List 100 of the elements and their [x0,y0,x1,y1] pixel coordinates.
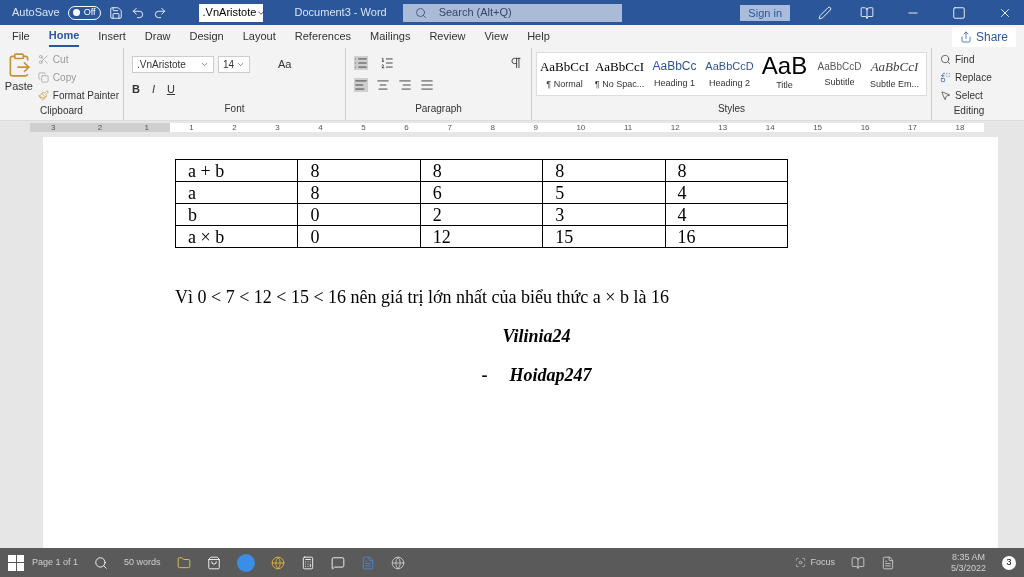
justify-icon[interactable] [420,78,434,92]
paste-button[interactable]: Paste [4,52,34,103]
pen-icon[interactable] [818,5,832,20]
style-item[interactable]: AaBbCcI Subtle Em... [867,53,922,95]
style-item[interactable]: AaBbCcD Heading 2 [702,53,757,95]
ribbon-display-icon[interactable] [860,5,874,20]
find-button[interactable]: Find [940,52,998,67]
clock-date: 5/3/2022 [950,562,986,574]
window-title: Document3 - Word [294,5,387,21]
browser-icon[interactable] [270,555,285,570]
focus-button[interactable]: Focus [795,555,835,570]
bullets-icon[interactable] [354,56,368,70]
font-name-field[interactable]: .VnAristote [132,56,214,73]
redo-icon[interactable] [152,5,167,20]
change-case-button[interactable]: Aa [278,56,292,73]
print-layout-icon[interactable] [880,555,895,570]
bold-button[interactable]: B [132,81,140,98]
table-cell: 8 [297,181,421,204]
numbering-icon[interactable] [380,56,394,70]
table-cell: 15 [542,225,666,248]
style-item[interactable]: AaB Title [757,53,812,95]
align-left-icon[interactable] [354,78,368,92]
table-cell: a [175,181,298,204]
align-right-icon[interactable] [398,78,412,92]
ribbon-tab[interactable]: Insert [98,26,126,47]
ribbon-tab[interactable]: Help [527,26,550,47]
share-button[interactable]: Share [951,26,1016,47]
notification-badge[interactable]: 3 [1002,555,1016,570]
search-field[interactable]: Search (Alt+Q) [402,3,623,22]
table-cell: 0 [297,225,421,248]
style-item[interactable]: AaBbCc Heading 1 [647,53,702,95]
pointer-icon [940,90,951,101]
word-count: 50 words [124,555,161,569]
copy-icon [37,72,49,83]
table-cell: 8 [665,159,788,182]
table-cell: 8 [297,159,421,182]
pilcrow-icon[interactable] [509,56,523,70]
share-icon [959,30,972,43]
ribbon-tab[interactable]: Mailings [370,26,411,47]
group-label: Font [223,102,246,116]
group-label: Editing [952,104,986,118]
search-icon [940,54,951,65]
ribbon-tab[interactable]: View [484,26,509,47]
app-icon[interactable] [390,555,405,570]
ribbon-tab[interactable]: File [12,26,30,47]
read-mode-icon[interactable] [850,555,865,570]
start-icon[interactable] [8,554,24,571]
format-painter-button[interactable]: Format Painter [37,88,119,103]
table-cell: 2 [420,203,543,226]
align-center-icon[interactable] [376,78,390,92]
font-dropdown[interactable]: .VnAristote [198,3,263,22]
search-icon [414,6,427,19]
ribbon-tab[interactable]: References [294,26,352,47]
dropdown-icon [236,60,245,69]
table-cell: 12 [420,225,543,248]
table-cell: a × b [175,225,298,248]
search-icon[interactable] [94,555,109,570]
ribbon-tab[interactable]: Home [48,26,80,47]
calculator-icon[interactable] [300,555,315,570]
underline-button[interactable]: U [167,81,175,98]
style-item[interactable]: AaBbCcI ¶ No Spac... [592,53,647,95]
clock-time: 8:35 AM [951,551,985,563]
page-count: Page 1 of 1 [32,555,79,569]
table-cell: 16 [665,225,788,248]
font-size-field[interactable]: 14 [218,56,250,73]
save-icon[interactable] [108,5,123,20]
autosave-label: AutoSave [12,5,60,21]
replace-button[interactable]: Replace [940,70,998,85]
ribbon-tab[interactable]: Layout [242,26,276,47]
folder-icon[interactable] [176,555,191,570]
table-cell: 5 [542,181,666,204]
table-cell: 8 [420,159,543,182]
paragraph-text: Vì 0 < 7 < 12 < 15 < 16 nên giá trị lớn nhất của biểu thức a × b là 16 [175,286,670,309]
store-icon[interactable] [206,555,221,570]
ribbon-tab[interactable]: Review [429,26,466,47]
table-cell: 4 [665,181,788,204]
replace-icon [940,72,951,83]
select-button[interactable]: Select [940,88,998,103]
dropdown-icon [200,60,209,69]
table-cell: a + b [175,159,298,182]
dash-text: - [481,364,488,387]
focus-icon [795,557,807,568]
scissors-icon [37,54,49,65]
group-label: Clipboard [39,104,84,118]
style-item[interactable]: AaBbCcD Subtitle [812,53,867,95]
signature-text: Hoidap247 [509,364,592,387]
ruler: 3 2 1 1 2 3 4 5 6 7 8 9 10 11 12 13 14 15 16 17 18 [30,123,984,132]
ribbon-tab[interactable]: Draw [144,26,171,47]
table-cell: 4 [665,203,788,226]
group-label: Paragraph [414,102,463,116]
table-cell: 3 [542,203,666,226]
table-cell: 0 [297,203,421,226]
table-cell: b [175,203,298,226]
undo-icon[interactable] [130,5,145,20]
maximize-icon[interactable] [952,5,966,20]
chat-icon[interactable] [330,555,345,570]
ribbon-tab[interactable]: Design [189,26,224,47]
sign-in-button[interactable]: Sign in [740,4,790,21]
style-item[interactable]: AaBbCcI ¶ Normal [537,53,592,95]
italic-button[interactable]: I [151,81,155,98]
